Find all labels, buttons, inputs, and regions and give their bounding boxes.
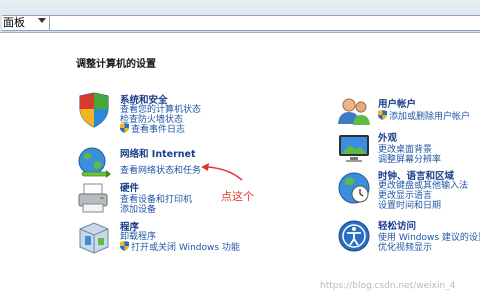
category-clock-language-region: 时钟、语言和区域 更改键盘或其他输入法 更改显示语言 设置时间和日期 xyxy=(336,168,480,212)
category-appearance: 外观 更改桌面背景 调整屏幕分辨率 xyxy=(336,130,480,166)
category-system-security: 系统和安全 查看您的计算机状态 检查防火墙状态 查看事件日志 xyxy=(76,92,246,136)
programs-box-icon[interactable] xyxy=(76,219,112,255)
uac-shield-icon xyxy=(120,241,129,251)
link-adjust-resolution[interactable]: 调整屏幕分辨率 xyxy=(378,152,441,165)
uac-shield-icon xyxy=(120,123,129,133)
page-title: 调整计算机的设置 xyxy=(76,59,156,70)
network-globe-icon[interactable] xyxy=(76,146,112,182)
link-optimize-video[interactable]: 优化视频显示 xyxy=(378,240,432,253)
category-user-accounts: 用户帐户 添加或删除用户帐户 xyxy=(336,94,480,125)
category-ease-of-access: 轻松访问 使用 Windows 建议的设置 优化视频显示 xyxy=(336,218,480,254)
link-add-device[interactable]: 添加设备 xyxy=(120,202,156,215)
annotation-arrow xyxy=(201,163,243,181)
link-windows-features-label: 打开或关闭 Windows 功能 xyxy=(131,243,240,253)
category-programs: 程序 卸载程序 打开或关闭 Windows 功能 xyxy=(76,219,266,255)
system-security-icon[interactable] xyxy=(76,92,112,128)
heading-network-internet[interactable]: 网络和 Internet xyxy=(120,146,196,160)
annotation-text: 点这个 xyxy=(221,190,254,203)
heading-user-accounts[interactable]: 用户帐户 xyxy=(378,96,416,110)
chevron-down-icon[interactable] xyxy=(38,18,46,23)
link-set-time-date[interactable]: 设置时间和日期 xyxy=(378,198,441,211)
link-view-network-status[interactable]: 查看网络状态和任务 xyxy=(120,163,201,176)
watermark: https://blog.csdn.net/weixin_4 xyxy=(320,281,456,291)
appearance-monitor-icon[interactable] xyxy=(336,130,372,166)
address-bar: 面板 xyxy=(0,0,480,33)
link-add-remove-users-label: 添加或删除用户帐户 xyxy=(389,112,471,122)
uac-shield-icon xyxy=(378,110,387,120)
link-view-event-log[interactable]: 查看事件日志 xyxy=(120,122,185,135)
user-accounts-icon[interactable] xyxy=(336,94,372,130)
breadcrumb-label: 面板 xyxy=(3,16,25,29)
link-add-remove-users[interactable]: 添加或删除用户帐户 xyxy=(378,109,470,122)
address-input[interactable] xyxy=(49,15,480,31)
hardware-printer-icon[interactable] xyxy=(76,180,112,216)
link-view-event-log-label: 查看事件日志 xyxy=(131,125,186,135)
link-windows-features[interactable]: 打开或关闭 Windows 功能 xyxy=(120,240,240,253)
clock-globe-icon[interactable] xyxy=(336,170,372,206)
ease-of-access-icon[interactable] xyxy=(336,218,372,254)
